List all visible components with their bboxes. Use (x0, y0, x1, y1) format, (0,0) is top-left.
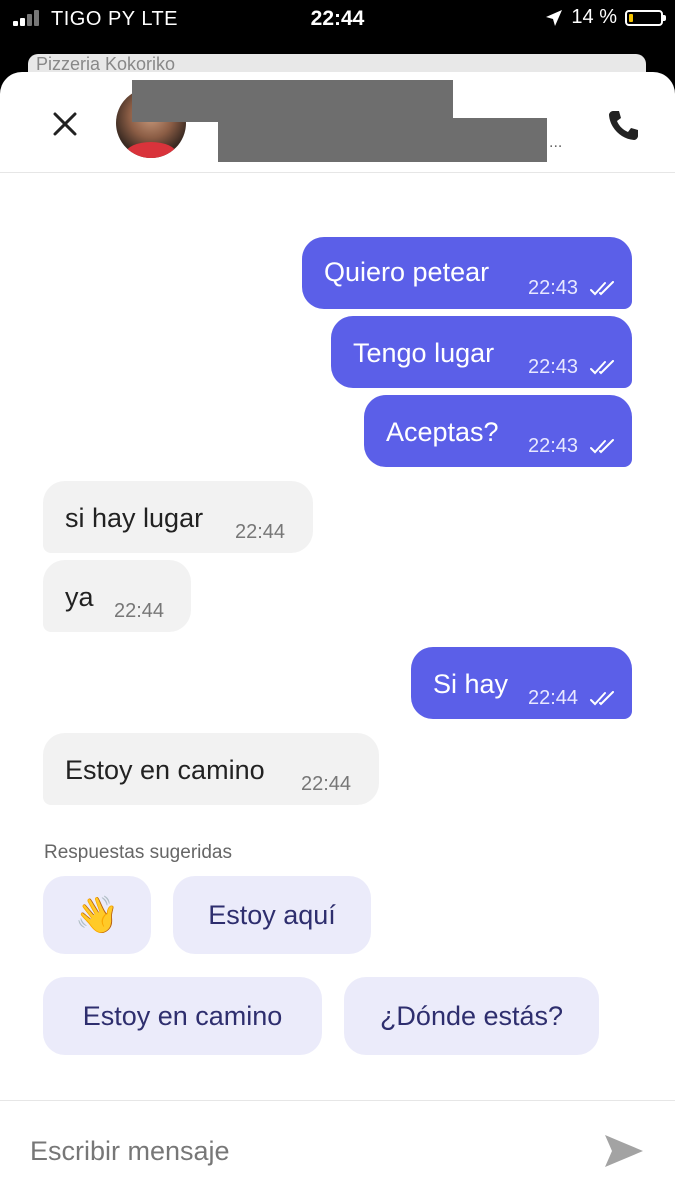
close-icon[interactable] (45, 104, 85, 144)
message-text: si hay lugar (65, 503, 204, 533)
message-text: Aceptas? (386, 417, 499, 447)
suggestion-estoy-aqui[interactable]: Estoy aquí (173, 876, 371, 954)
outgoing-message[interactable]: Quiero petear 22:43 (302, 237, 632, 309)
suggestion-estoy-en-camino[interactable]: Estoy en camino (43, 977, 322, 1055)
double-check-icon (590, 360, 614, 375)
battery-icon (625, 9, 666, 26)
chat-header: ... (0, 72, 675, 173)
message-text: ya (65, 582, 94, 612)
message-text: Tengo lugar (353, 338, 495, 368)
outgoing-message[interactable]: Si hay 22:44 (411, 647, 632, 719)
incoming-message[interactable]: ya 22:44 (43, 560, 191, 632)
suggestions-title: Respuestas sugeridas (44, 842, 232, 863)
outgoing-message[interactable]: Aceptas? 22:43 (364, 395, 632, 467)
message-time: 22:44 (235, 521, 286, 543)
message-composer (0, 1100, 675, 1200)
message-time: 22:44 (528, 687, 579, 709)
incoming-message[interactable]: si hay lugar 22:44 (43, 481, 313, 553)
header-ellipsis: ... (549, 134, 563, 151)
message-time: 22:43 (528, 356, 579, 378)
status-bar: TIGO PY LTE 22:44 14 % (0, 0, 675, 40)
chat-sheet: ... Quiero petear 22:43 Tengo lugar 22:43 Ac… (0, 72, 675, 1200)
contact-name-redaction (132, 80, 453, 122)
message-text: Estoy en camino (65, 755, 265, 785)
double-check-icon (590, 691, 614, 706)
message-time: 22:44 (301, 773, 352, 795)
message-time: 22:43 (528, 277, 579, 299)
phone-icon[interactable] (604, 105, 644, 145)
message-input[interactable] (30, 1131, 570, 1171)
suggestion-wave[interactable]: 👋 (43, 876, 151, 954)
suggestion-donde-estas[interactable]: ¿Dónde estás? (344, 977, 599, 1055)
double-check-icon (590, 281, 614, 296)
contact-info-redaction (218, 118, 547, 162)
message-text: Si hay (433, 669, 509, 699)
message-time: 22:44 (114, 600, 165, 622)
battery-percent: 14 % (571, 6, 617, 28)
outgoing-message[interactable]: Tengo lugar 22:43 (331, 316, 632, 388)
double-check-icon (590, 439, 614, 454)
incoming-message[interactable]: Estoy en camino 22:44 (43, 733, 379, 805)
battery-level-fill (629, 13, 633, 22)
location-arrow-icon (546, 9, 563, 26)
message-text: Quiero petear (324, 257, 490, 287)
message-time: 22:43 (528, 435, 579, 457)
send-icon[interactable] (602, 1131, 646, 1171)
